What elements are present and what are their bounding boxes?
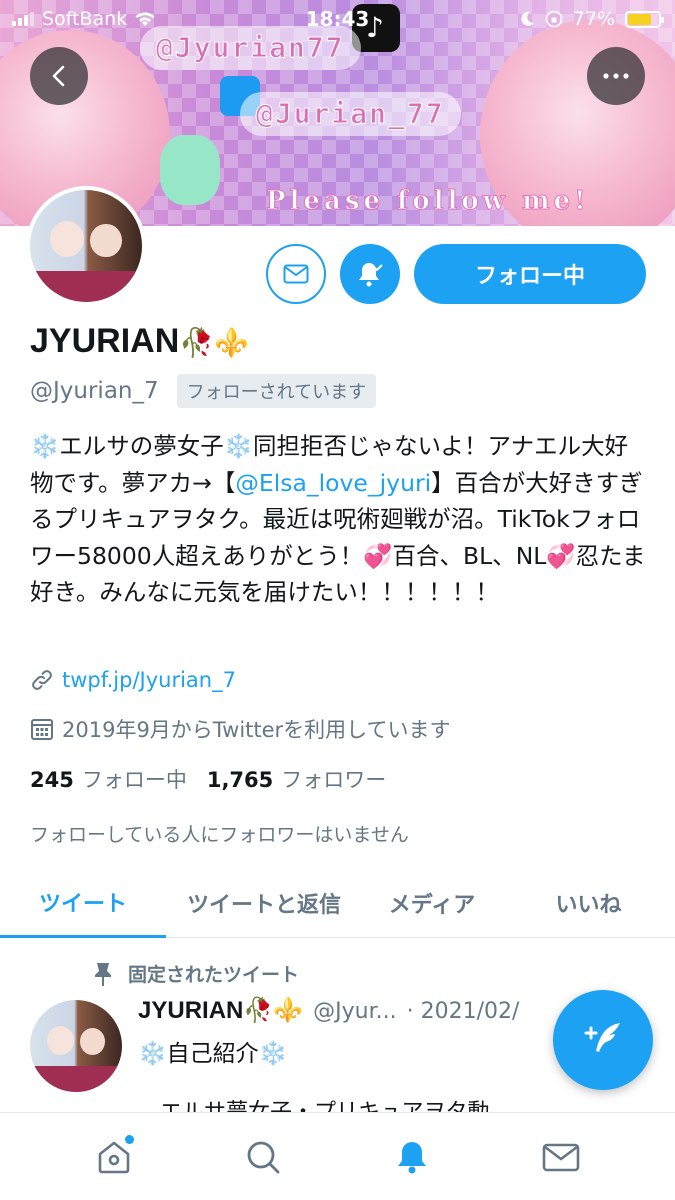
- pin-icon: [95, 962, 111, 986]
- display-name-text: JYURIAN: [30, 322, 180, 360]
- home-unread-dot: [125, 1134, 135, 1144]
- nav-search[interactable]: [233, 1127, 293, 1187]
- name-emoji: 🥀⚜️: [179, 327, 249, 358]
- bio-mention-link[interactable]: @Elsa_love_jyuri: [235, 469, 431, 497]
- followers-count: 1,765: [206, 768, 274, 792]
- tweet-avatar[interactable]: [30, 1000, 122, 1092]
- status-bar: SoftBank 18:43 77%: [0, 0, 675, 36]
- banner-caption: Please follow me!: [266, 186, 590, 217]
- moon-icon: [521, 11, 534, 26]
- tweet-text-continued: エルサ夢女子・プリキュアヲタ動: [160, 1098, 490, 1112]
- link-icon: [32, 670, 52, 690]
- battery-percent: 77%: [572, 8, 615, 30]
- profile-link-row: twpf.jp/Jyurian_7: [30, 668, 236, 692]
- followers-label: フォロワー: [281, 768, 387, 792]
- messages-icon: [542, 1143, 579, 1171]
- notifications-icon: [397, 1141, 426, 1173]
- tab-tweets-replies[interactable]: ツイートと返信: [166, 868, 362, 938]
- mutual-followers-note: フォローしている人にフォロワーはいません: [30, 824, 409, 846]
- more-icon: [603, 73, 629, 79]
- pinned-label-text: 固定されたツイート: [128, 964, 300, 986]
- handle-row: @Jyurian_7 フォローされています: [30, 374, 377, 408]
- bottom-navigation: [0, 1112, 675, 1200]
- more-button[interactable]: [587, 47, 645, 105]
- compose-tweet-button[interactable]: [553, 990, 653, 1090]
- battery-icon: [625, 10, 664, 28]
- nav-home[interactable]: [84, 1127, 144, 1187]
- profile-website-link[interactable]: twpf.jp/Jyurian_7: [62, 668, 236, 692]
- follow-counts: 245 フォロー中 1,765 フォロワー: [30, 764, 386, 794]
- following-button[interactable]: フォロー中: [414, 244, 646, 304]
- search-icon: [247, 1141, 280, 1173]
- following-count: 245: [30, 768, 74, 792]
- tweet-date: · 2021/02/: [406, 999, 520, 1024]
- mail-icon: [283, 264, 309, 284]
- tab-media[interactable]: メディア: [362, 868, 502, 938]
- profile-avatar[interactable]: [26, 186, 146, 306]
- bell-icon: [359, 263, 383, 287]
- message-button[interactable]: [266, 244, 326, 304]
- profile-tabs: ツイート ツイートと返信 メディア いいね: [0, 868, 675, 938]
- orientation-lock-icon: [545, 10, 563, 28]
- followers-count-link[interactable]: 1,765 フォロワー: [207, 764, 386, 794]
- back-button[interactable]: [30, 47, 88, 105]
- tweet-text: ❄️自己紹介❄️: [138, 1041, 288, 1067]
- pinned-tweet-label: 固定されたツイート: [92, 960, 299, 987]
- banner-bear: [160, 135, 220, 205]
- following-label: フォロー中: [81, 768, 187, 792]
- following-count-link[interactable]: 245 フォロー中: [30, 764, 187, 794]
- nav-messages[interactable]: [531, 1127, 591, 1187]
- tab-tweets[interactable]: ツイート: [0, 868, 166, 938]
- tweet-author-name: JYURIAN🥀⚜️: [138, 997, 304, 1024]
- joined-row: 2019年9月からTwitterを利用しています: [30, 714, 451, 744]
- tweet-author-handle: @Jyur...: [313, 999, 397, 1024]
- user-handle: @Jyurian_7: [30, 378, 159, 404]
- tweet-header: JYURIAN🥀⚜️ @Jyur... · 2021/02/: [138, 996, 519, 1025]
- display-name: JYURIAN🥀⚜️: [30, 322, 249, 361]
- profile-bio: ❄️エルサの夢女子❄️同担拒否じゃないよ！アナエル大好物です。夢アカ→【@Els…: [30, 428, 650, 611]
- notifications-button[interactable]: [340, 244, 400, 304]
- compose-icon: [584, 1023, 620, 1052]
- nav-notifications[interactable]: [382, 1127, 442, 1187]
- joined-date: 2019年9月からTwitterを利用しています: [62, 718, 451, 742]
- tab-likes[interactable]: いいね: [502, 868, 675, 938]
- back-icon: [52, 65, 65, 87]
- calendar-icon: [31, 719, 53, 740]
- banner-twitter-handle: @Jurian_77: [240, 92, 461, 136]
- follows-you-badge: フォローされています: [176, 374, 377, 408]
